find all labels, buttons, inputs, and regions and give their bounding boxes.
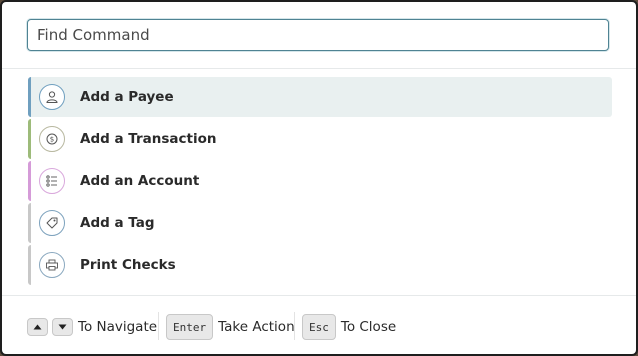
svg-text:$: $: [50, 136, 54, 144]
action-hint: Enter Take Action: [166, 313, 295, 341]
esc-key: Esc: [302, 314, 336, 340]
money-icon: $: [39, 126, 65, 152]
footer-divider: [294, 312, 295, 340]
command-item-add-payee[interactable]: Add a Payee: [28, 77, 612, 117]
command-label: Print Checks: [80, 257, 176, 273]
find-command-input[interactable]: [27, 19, 609, 51]
search-section: [2, 2, 636, 69]
tag-icon: [39, 210, 65, 236]
action-label: Take Action: [218, 319, 295, 335]
command-item-add-tag[interactable]: Add a Tag: [28, 203, 612, 243]
footer-hints: To Navigate Enter Take Action Esc To Clo…: [2, 295, 636, 354]
list-icon: [39, 168, 65, 194]
command-item-add-transaction[interactable]: $ Add a Transaction: [28, 119, 612, 159]
command-palette-dialog: Add a Payee $ Add a Transaction: [0, 0, 638, 356]
navigate-label: To Navigate: [78, 319, 158, 335]
enter-key: Enter: [166, 314, 214, 340]
close-label: To Close: [340, 319, 397, 335]
command-item-print-checks[interactable]: Print Checks: [28, 245, 612, 285]
printer-icon: [39, 252, 65, 278]
down-arrow-key-icon: [52, 318, 73, 336]
command-label: Add an Account: [80, 173, 200, 189]
command-item-add-account[interactable]: Add an Account: [28, 161, 612, 201]
command-label: Add a Payee: [80, 89, 174, 105]
footer-divider: [158, 312, 159, 340]
up-arrow-key-icon: [27, 318, 48, 336]
command-label: Add a Transaction: [80, 131, 217, 147]
command-list: Add a Payee $ Add a Transaction Add an A…: [28, 77, 612, 287]
navigate-hint: To Navigate: [27, 313, 157, 341]
command-label: Add a Tag: [80, 215, 155, 231]
close-hint: Esc To Close: [302, 313, 396, 341]
person-icon: [39, 84, 65, 110]
